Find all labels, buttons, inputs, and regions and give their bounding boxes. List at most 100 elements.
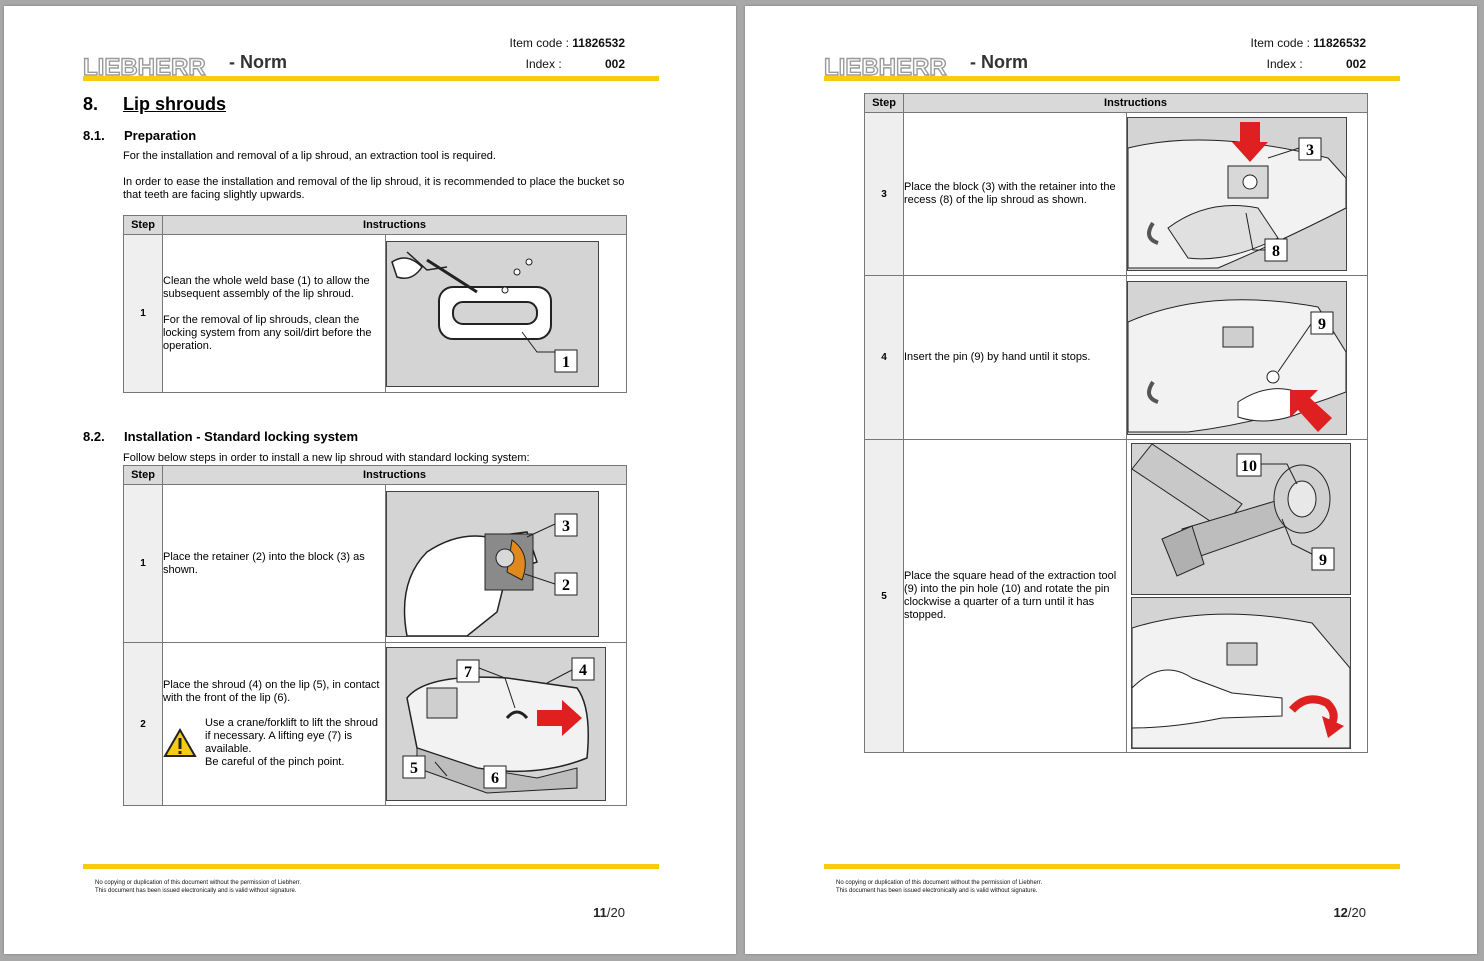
norm-label: - Norm — [970, 52, 1028, 72]
callout-label: 10 — [1241, 458, 1257, 475]
step-number: 1 — [123, 484, 163, 643]
table-row: 2 Place the shroud (4) on the lip (5), i… — [123, 642, 627, 806]
subsection-number: 8.1. — [83, 128, 105, 143]
insert-pin-illustration: 9 — [1127, 280, 1347, 435]
section-heading: 8. Lip shrouds — [83, 94, 226, 115]
step-text: Insert the pin (9) by hand until it stop… — [903, 275, 1127, 440]
step-number: 3 — [864, 112, 904, 276]
header-yellow-bar — [824, 76, 1400, 81]
index-label: Index : — [525, 57, 562, 71]
footer-note: No copying or duplication of this docume… — [95, 879, 301, 895]
document-page-right: LIEBHERR - Norm Item code : 11826532 Ind… — [745, 6, 1477, 954]
item-code-label: Item code : — [509, 36, 569, 50]
warning-line: Be careful of the pinch point. — [205, 756, 345, 768]
callout-label: 9 — [1318, 316, 1326, 333]
extraction-tool-illustration: 10 9 — [1131, 443, 1351, 595]
index-label: Index : — [1266, 57, 1303, 71]
step-text: Place the shroud (4) on the lip (5), in … — [162, 642, 386, 806]
step-text: Place the square head of the extraction … — [903, 439, 1127, 753]
index: Index : 002 — [526, 57, 625, 71]
page-number: 11/20 — [593, 905, 625, 920]
col-instructions-header: Instructions — [162, 215, 627, 235]
prep-paragraph-1: For the installation and removal of a li… — [123, 150, 496, 162]
callout-label: 4 — [579, 662, 587, 679]
prep-paragraph-2: In order to ease the installation and re… — [123, 176, 625, 201]
section-number: 8. — [83, 94, 99, 114]
step-number: 1 — [123, 234, 163, 393]
warning-line: Use a crane/forklift to lift the shroud … — [205, 717, 379, 755]
callout-label: 6 — [491, 770, 499, 787]
rotate-pin-illustration — [1131, 597, 1351, 749]
subsection-number: 8.2. — [83, 429, 105, 444]
footer-note-line: This document has been issued electronic… — [95, 888, 297, 894]
installation-intro: Follow below steps in order to install a… — [123, 452, 530, 464]
col-instructions-header: Instructions — [162, 465, 627, 485]
footer-note-line: No copying or duplication of this docume… — [95, 880, 302, 886]
page-total: /20 — [606, 905, 625, 920]
step-text: Clean the whole weld base (1) to allow t… — [162, 234, 386, 393]
step-illustration-cell: 7 4 5 6 — [385, 642, 627, 806]
page-current: 12 — [1333, 905, 1348, 920]
page-total: /20 — [1347, 905, 1366, 920]
warning-block: Use a crane/forklift to lift the shroud … — [163, 717, 385, 769]
header-yellow-bar — [83, 76, 659, 81]
item-code: Item code : 11826532 — [1251, 36, 1366, 50]
retainer-block-illustration: 3 2 — [386, 490, 599, 637]
installation-table: Step Instructions 1 Place the retainer (… — [123, 465, 627, 806]
warning-triangle-icon — [163, 728, 197, 757]
document-page-left: LIEBHERR - Norm Item code : 11826532 Ind… — [4, 6, 736, 954]
callout-label: 5 — [410, 760, 418, 777]
callout-label: 8 — [1272, 243, 1280, 260]
footer-yellow-bar — [824, 864, 1400, 869]
section-title: Lip shrouds — [123, 94, 226, 114]
subsection-title: Preparation — [124, 128, 197, 143]
footer-note-line: No copying or duplication of this docume… — [836, 880, 1043, 886]
item-code-value: 11826532 — [572, 36, 625, 50]
item-code: Item code : 11826532 — [510, 36, 625, 50]
block-into-recess-illustration: 3 8 — [1127, 117, 1347, 271]
step-text-line: For the removal of lip shrouds, clean th… — [163, 313, 372, 352]
subsection-title: Installation - Standard locking system — [124, 429, 359, 444]
callout-label: 2 — [562, 577, 570, 594]
table-row: 1 Clean the whole weld base (1) to allow… — [123, 234, 627, 393]
weld-base-illustration: 1 — [386, 240, 599, 387]
subsection-heading-preparation: 8.1. Preparation — [83, 128, 196, 143]
step-illustration-cell: 10 9 — [1126, 439, 1368, 753]
warning-text: Use a crane/forklift to lift the shroud … — [205, 717, 385, 769]
callout-label: 7 — [464, 664, 472, 681]
step-illustration-cell: 3 8 — [1126, 112, 1368, 276]
item-code-value: 11826532 — [1313, 36, 1366, 50]
step-text-line: Place the shroud (4) on the lip (5), in … — [163, 679, 380, 704]
index: Index : 002 — [1267, 57, 1366, 71]
step-text-line: Clean the whole weld base (1) to allow t… — [163, 274, 370, 300]
table-row: 1 Place the retainer (2) into the block … — [123, 484, 627, 643]
col-step-header: Step — [123, 215, 163, 235]
col-step-header: Step — [123, 465, 163, 485]
col-instructions-header: Instructions — [903, 93, 1368, 113]
callout-label: 9 — [1319, 552, 1327, 569]
callout-label: 1 — [562, 354, 570, 371]
preparation-table: Step Instructions 1 Clean the whole weld… — [123, 215, 627, 393]
callout-label: 3 — [562, 518, 570, 535]
page-current: 11 — [593, 905, 607, 920]
step-illustration-cell: 1 — [385, 234, 627, 393]
col-step-header: Step — [864, 93, 904, 113]
item-code-label: Item code : — [1250, 36, 1310, 50]
footer-yellow-bar — [83, 864, 659, 869]
subsection-heading-installation: 8.2. Installation - Standard locking sys… — [83, 429, 358, 444]
table-row: 3 Place the block (3) with the retainer … — [864, 112, 1368, 276]
index-value: 002 — [1345, 57, 1366, 71]
step-illustration-cell: 9 — [1126, 275, 1368, 440]
step-illustration-cell: 3 2 — [385, 484, 627, 643]
installation-table-continued: Step Instructions 3 Place the block (3) … — [864, 93, 1368, 753]
index-value: 002 — [604, 57, 625, 71]
table-row: 4 Insert the pin (9) by hand until it st… — [864, 275, 1368, 440]
norm-label: - Norm — [229, 52, 287, 72]
step-text: Place the retainer (2) into the block (3… — [162, 484, 386, 643]
step-number: 4 — [864, 275, 904, 440]
step-text: Place the block (3) with the retainer in… — [903, 112, 1127, 276]
shroud-on-lip-illustration: 7 4 5 6 — [386, 647, 606, 801]
table-row: 5 Place the square head of the extractio… — [864, 439, 1368, 753]
page-number: 12/20 — [1333, 905, 1366, 920]
step-number: 2 — [123, 642, 163, 806]
